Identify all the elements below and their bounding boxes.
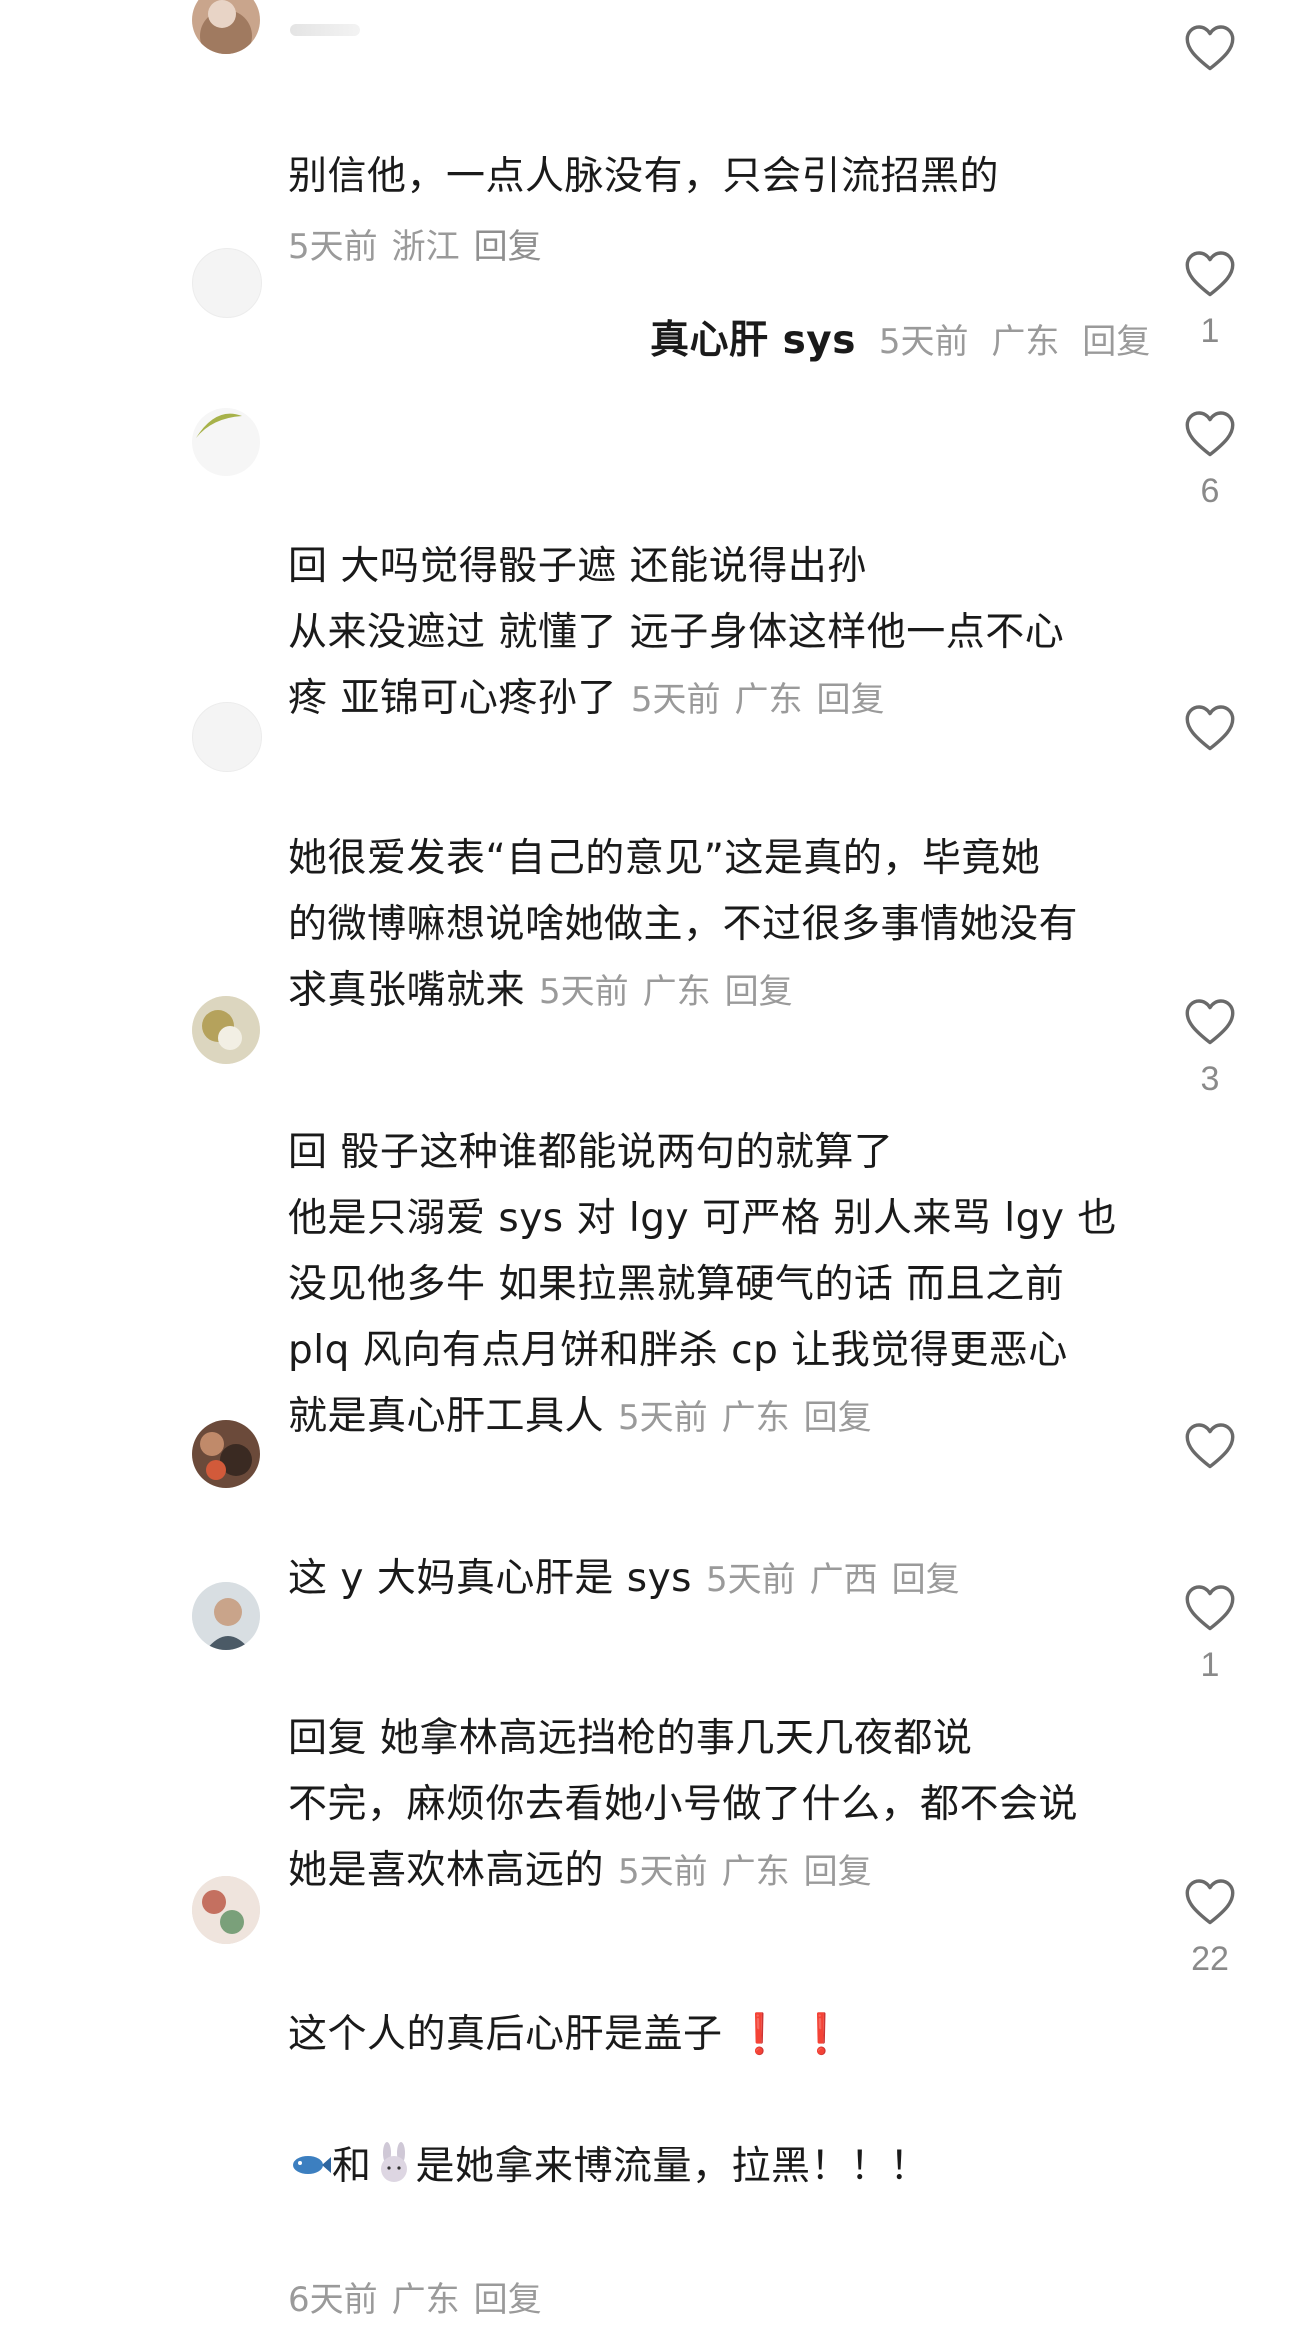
- like-button[interactable]: [1180, 22, 1240, 86]
- comment-time: 6天前: [288, 2280, 378, 2320]
- avatar[interactable]: [192, 1582, 260, 1650]
- heart-outline-icon: [1185, 999, 1235, 1045]
- reply-button[interactable]: 回复: [1082, 322, 1150, 362]
- comment-meta: 5天前 浙江 回复: [288, 148, 1128, 280]
- comment-time: 5天前: [539, 972, 629, 1012]
- rabbit-emoji: [380, 2142, 407, 2182]
- comment-time: 5天前: [706, 1560, 796, 1600]
- comment-location: 广东: [391, 2280, 460, 2320]
- comment-text: 这 y 大妈真心肝是 sys 5天前 广西 回复: [288, 1556, 960, 1601]
- avatar[interactable]: [192, 702, 262, 772]
- like-count: 6: [1200, 472, 1220, 510]
- reply-button[interactable]: 回复: [474, 227, 542, 267]
- comment-location: 浙江: [391, 227, 460, 267]
- reply-button[interactable]: 回复: [474, 2280, 542, 2320]
- reply-button[interactable]: 回复: [725, 972, 793, 1012]
- comment-time: 5天前: [618, 1398, 708, 1438]
- fish-emoji: [293, 2156, 331, 2174]
- comment-location: 广东: [721, 1852, 790, 1892]
- reply-button[interactable]: 回复: [817, 680, 885, 720]
- avatar[interactable]: [192, 248, 262, 318]
- comment-time: 5天前: [878, 322, 969, 362]
- comment-text: 真心肝 sys 5天前 广东 回复: [650, 318, 1151, 363]
- comment-time: 5天前: [618, 1852, 708, 1892]
- like-button[interactable]: [1180, 1420, 1240, 1484]
- like-count: 1: [1200, 1646, 1220, 1684]
- avatar[interactable]: [192, 1420, 260, 1488]
- comment-location: 广东: [721, 1398, 790, 1438]
- reply-button[interactable]: 回复: [892, 1560, 960, 1600]
- comment-text: 回复 她拿林高远挡枪的事几天几夜都说 不完，麻烦你去看她小号做了什么，都不会说 …: [288, 1716, 1079, 1893]
- like-button[interactable]: [1180, 702, 1240, 766]
- comment-text: 她很爱发表“自己的意见”这是真的，毕竟她 的微博嘛想说啥她做主，不过很多事情她没…: [288, 836, 1079, 1013]
- like-count: 22: [1191, 1940, 1229, 1978]
- like-count: 3: [1200, 1060, 1220, 1098]
- like-button[interactable]: 3: [1180, 996, 1240, 1099]
- reply-button[interactable]: 回复: [804, 1398, 872, 1438]
- comment-text: 回 骰子这种谁都能说两句的就算了 他是只溺爱 sys 对 lgy 可严格 别人来…: [288, 1130, 1117, 1439]
- comment-time: 5天前: [288, 227, 378, 267]
- like-button[interactable]: 6: [1180, 408, 1240, 511]
- comment-time: 5天前: [630, 680, 721, 720]
- comment-location: 广东: [991, 322, 1060, 362]
- heart-outline-icon: [1185, 1879, 1235, 1925]
- avatar[interactable]: [192, 996, 260, 1064]
- heart-outline-icon: [1185, 411, 1235, 457]
- avatar[interactable]: [192, 408, 260, 476]
- comment-location: 广西: [809, 1560, 878, 1600]
- like-button[interactable]: 1: [1180, 1582, 1240, 1685]
- heart-outline-icon: [1185, 705, 1235, 751]
- comment-text: 这个人的真后心肝是盖子 ❗ ❗ 和是她拿来博流量，拉黑！！！ 6天前 广东 回复: [288, 2012, 930, 2320]
- like-button[interactable]: 22: [1180, 1876, 1240, 1979]
- heart-outline-icon: [1185, 251, 1235, 297]
- avatar[interactable]: [192, 0, 260, 54]
- comment-location: 广东: [642, 972, 711, 1012]
- comment-text: 回 大吗觉得骰子遮 还能说得出孙 从来没遮过 就懂了 远子身体这样他一点不心 疼…: [288, 544, 1065, 721]
- comment-location: 广东: [734, 680, 803, 720]
- like-button[interactable]: 1: [1180, 248, 1240, 351]
- heart-outline-icon: [1185, 25, 1235, 71]
- avatar[interactable]: [192, 1876, 260, 1944]
- reply-button[interactable]: 回复: [804, 1852, 872, 1892]
- username[interactable]: [290, 24, 360, 36]
- heart-outline-icon: [1185, 1423, 1235, 1469]
- heart-outline-icon: [1185, 1585, 1235, 1631]
- like-count: 1: [1200, 312, 1220, 350]
